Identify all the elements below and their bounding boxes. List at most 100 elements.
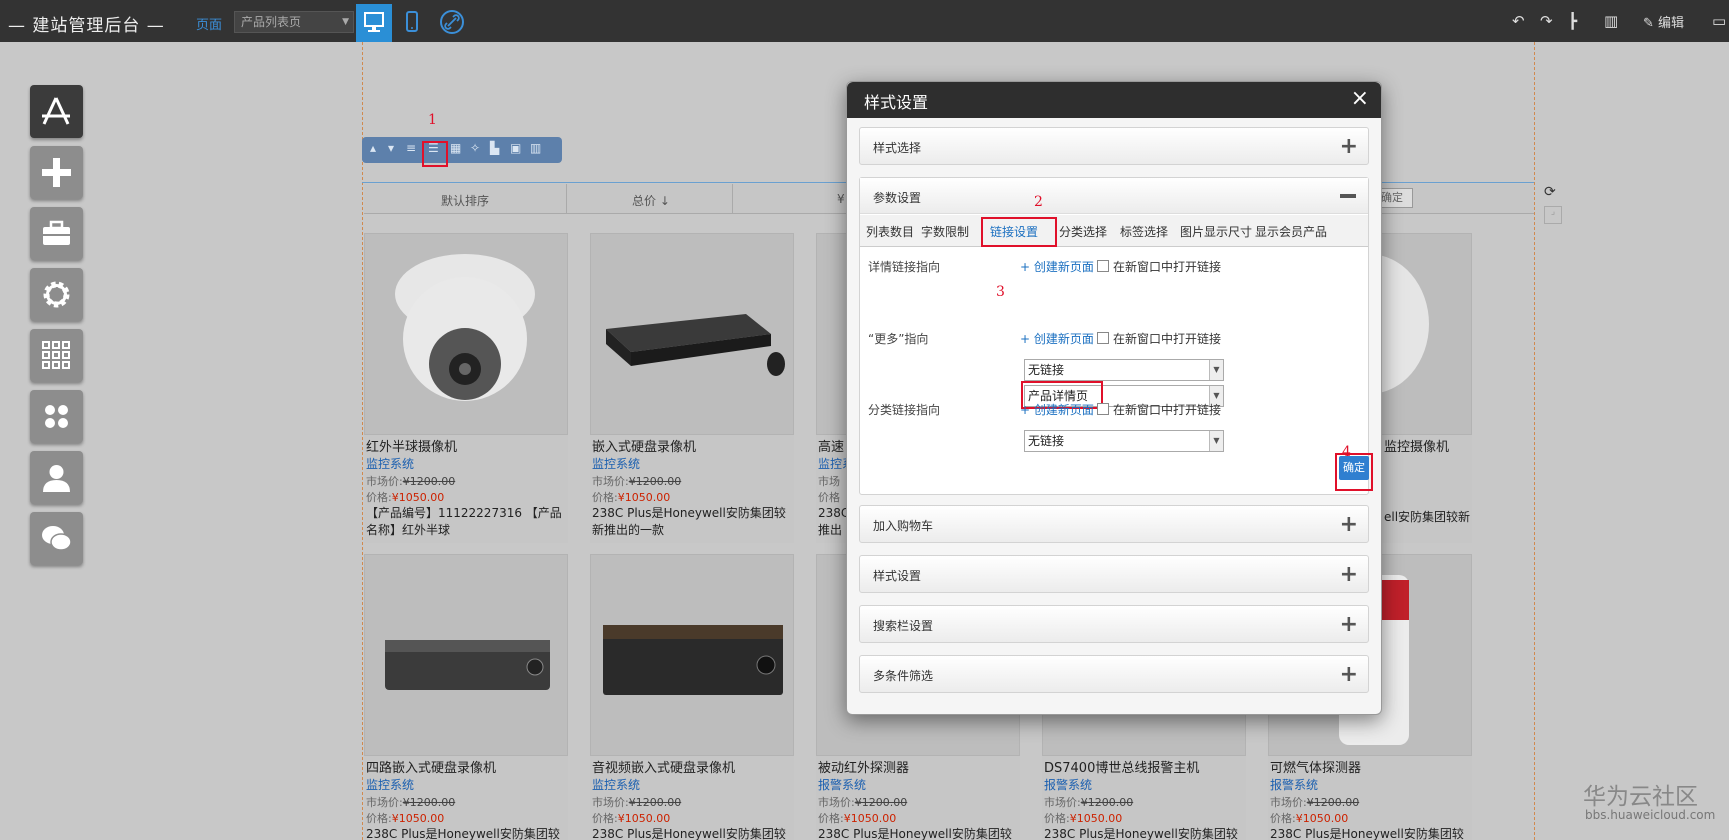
sort-total-price[interactable]: 总价 ↓ <box>632 192 670 209</box>
category-link-select[interactable]: 无链接 ▼ <box>1024 430 1224 452</box>
product-card[interactable]: 嵌入式硬盘录像机 监控系统 市场价:¥1200.00 价格:¥1050.00 2… <box>590 233 794 543</box>
grid-tool[interactable] <box>30 329 83 382</box>
category-link-label: 分类链接指向 <box>868 403 941 417</box>
sale-price: 价格:¥1050.00 <box>1270 812 1349 825</box>
edit-icon: ✎ <box>1643 16 1659 31</box>
new-window-checkbox[interactable] <box>1097 403 1109 415</box>
product-name[interactable]: 监控摄像机 <box>1384 436 1449 455</box>
plus-icon[interactable]: + <box>1340 562 1358 587</box>
page-select[interactable]: 产品列表页 ▼ <box>234 11 354 33</box>
new-window-checkbox[interactable] <box>1097 260 1109 272</box>
product-name[interactable]: DS7400博世总线报警主机 <box>1044 757 1199 776</box>
product-category[interactable]: 监控系统 <box>366 776 414 793</box>
product-card[interactable]: 红外半球摄像机 监控系统 市场价:¥1200.00 价格:¥1050.00 【产… <box>364 233 568 543</box>
wechat-tool[interactable] <box>30 512 83 565</box>
create-page-link[interactable]: + 创建新页面 <box>1020 401 1094 418</box>
more-link-select[interactable]: 无链接 ▼ <box>1024 359 1224 381</box>
market-price: 市场价:¥1200.00 <box>592 796 682 809</box>
redo-icon[interactable]: ↷ <box>1540 10 1553 32</box>
move-up-icon[interactable]: ▴ <box>370 141 376 155</box>
link-icon <box>440 10 464 34</box>
product-category[interactable]: 监控系统 <box>592 455 640 472</box>
product-name[interactable]: 红外半球摄像机 <box>366 436 457 455</box>
sort-default[interactable]: 默认排序 <box>441 192 489 209</box>
section-multi-filter[interactable]: 多条件筛选 + <box>859 655 1369 693</box>
params-header[interactable]: 参数设置 <box>860 178 1368 214</box>
move-down-icon[interactable]: ▾ <box>388 141 394 155</box>
minus-icon[interactable] <box>1340 194 1356 198</box>
plus-icon[interactable]: + <box>1340 134 1358 159</box>
tab-char-limit[interactable]: 字数限制 <box>921 223 969 240</box>
new-window-checkbox[interactable] <box>1097 332 1109 344</box>
product-category[interactable]: 报警系统 <box>1270 776 1318 793</box>
table-icon[interactable]: ▦ <box>450 141 461 155</box>
product-image[interactable] <box>364 233 568 435</box>
chart-icon[interactable]: ▥ <box>1604 10 1618 32</box>
toolbox-tool[interactable] <box>30 207 83 260</box>
plus-icon[interactable]: + <box>1340 512 1358 537</box>
user-tool[interactable] <box>30 451 83 504</box>
bar-icon[interactable]: ▙ <box>490 141 499 155</box>
link-view-button[interactable] <box>434 4 470 42</box>
section-label: 参数设置 <box>873 191 922 205</box>
section-style-settings[interactable]: 样式设置 + <box>859 555 1369 593</box>
section-add-to-cart[interactable]: 加入购物车 + <box>859 505 1369 543</box>
product-desc: 238C Plus是Honeywell安防集团较新 <box>1044 827 1238 840</box>
highlight-box-4 <box>1335 453 1373 491</box>
plus-icon[interactable]: + <box>1340 612 1358 637</box>
lock-icon[interactable]: ▣ <box>510 141 521 155</box>
settings-tool[interactable] <box>30 268 83 321</box>
product-category[interactable]: 报警系统 <box>1044 776 1092 793</box>
refresh-icon[interactable]: ⟳ <box>1544 184 1556 200</box>
app-store-tool[interactable] <box>30 85 83 138</box>
plus-icon[interactable]: + <box>1340 662 1358 687</box>
product-category[interactable]: 报警系统 <box>818 776 866 793</box>
watermark-title: 华为云社区 <box>1583 784 1698 810</box>
product-name[interactable]: 被动红外探测器 <box>818 757 909 776</box>
section-search-bar[interactable]: 搜索栏设置 + <box>859 605 1369 643</box>
product-image[interactable] <box>590 233 794 435</box>
tab-image-size[interactable]: 图片显示尺寸 <box>1180 223 1252 240</box>
clover-tool[interactable] <box>30 390 83 443</box>
product-desc: 238C Plus是Honeywell安防集团较新 <box>818 827 1012 840</box>
product-name[interactable]: 四路嵌入式硬盘录像机 <box>366 757 496 776</box>
product-card[interactable]: 四路嵌入式硬盘录像机 监控系统 市场价:¥1200.00 价格:¥1050.00… <box>364 554 568 840</box>
product-name[interactable]: 嵌入式硬盘录像机 <box>592 436 696 455</box>
tab-category-select[interactable]: 分类选择 <box>1059 223 1107 240</box>
product-category[interactable]: 监控系统 <box>592 776 640 793</box>
tab-tag-select[interactable]: 标签选择 <box>1120 223 1168 240</box>
monitor-icon[interactable]: ▭ <box>1712 10 1726 32</box>
undo-icon[interactable]: ↶ <box>1512 10 1525 32</box>
product-category[interactable]: 监控系统 <box>366 455 414 472</box>
edit-button[interactable]: ✎ 编辑 <box>1643 12 1684 31</box>
trash-icon[interactable]: ▥ <box>530 141 541 155</box>
resize-icon[interactable]: ⌟ <box>1544 206 1562 224</box>
dome-camera-image <box>395 254 535 401</box>
market-price: 市场价:¥1200.00 <box>366 796 456 809</box>
create-page-link[interactable]: + 创建新页面 <box>1020 330 1094 347</box>
magic-icon[interactable]: ✧ <box>470 141 480 155</box>
edit-label: 编辑 <box>1658 16 1685 31</box>
add-tool[interactable] <box>30 146 83 199</box>
close-icon[interactable]: × <box>1351 86 1369 111</box>
align-icon[interactable]: ┣ <box>1568 10 1577 32</box>
step-number-4: 4 <box>1342 444 1351 460</box>
product-card[interactable]: 音视频嵌入式硬盘录像机 监控系统 市场价:¥1200.00 价格:¥1050.0… <box>590 554 794 840</box>
user-icon <box>43 465 70 492</box>
tab-list-count[interactable]: 列表数目 <box>866 223 914 240</box>
mobile-view-button[interactable] <box>394 4 430 42</box>
product-name[interactable]: 可燃气体探测器 <box>1270 757 1361 776</box>
product-name[interactable]: 高速 <box>818 436 844 455</box>
section-style-select[interactable]: 样式选择 + <box>859 127 1369 165</box>
product-image[interactable] <box>364 554 568 756</box>
sort-price[interactable]: ¥ <box>837 192 845 206</box>
create-page-link[interactable]: + 创建新页面 <box>1020 258 1094 275</box>
chevron-down-icon: ▼ <box>1209 431 1223 451</box>
app-title: — 建站管理后台 — <box>8 16 165 36</box>
text-icon[interactable]: ≡ <box>406 141 416 155</box>
highlight-box-1 <box>422 141 448 167</box>
tab-member-products[interactable]: 显示会员产品 <box>1255 223 1327 240</box>
product-image[interactable] <box>590 554 794 756</box>
product-name[interactable]: 音视频嵌入式硬盘录像机 <box>592 757 735 776</box>
desktop-view-button[interactable] <box>356 4 392 42</box>
